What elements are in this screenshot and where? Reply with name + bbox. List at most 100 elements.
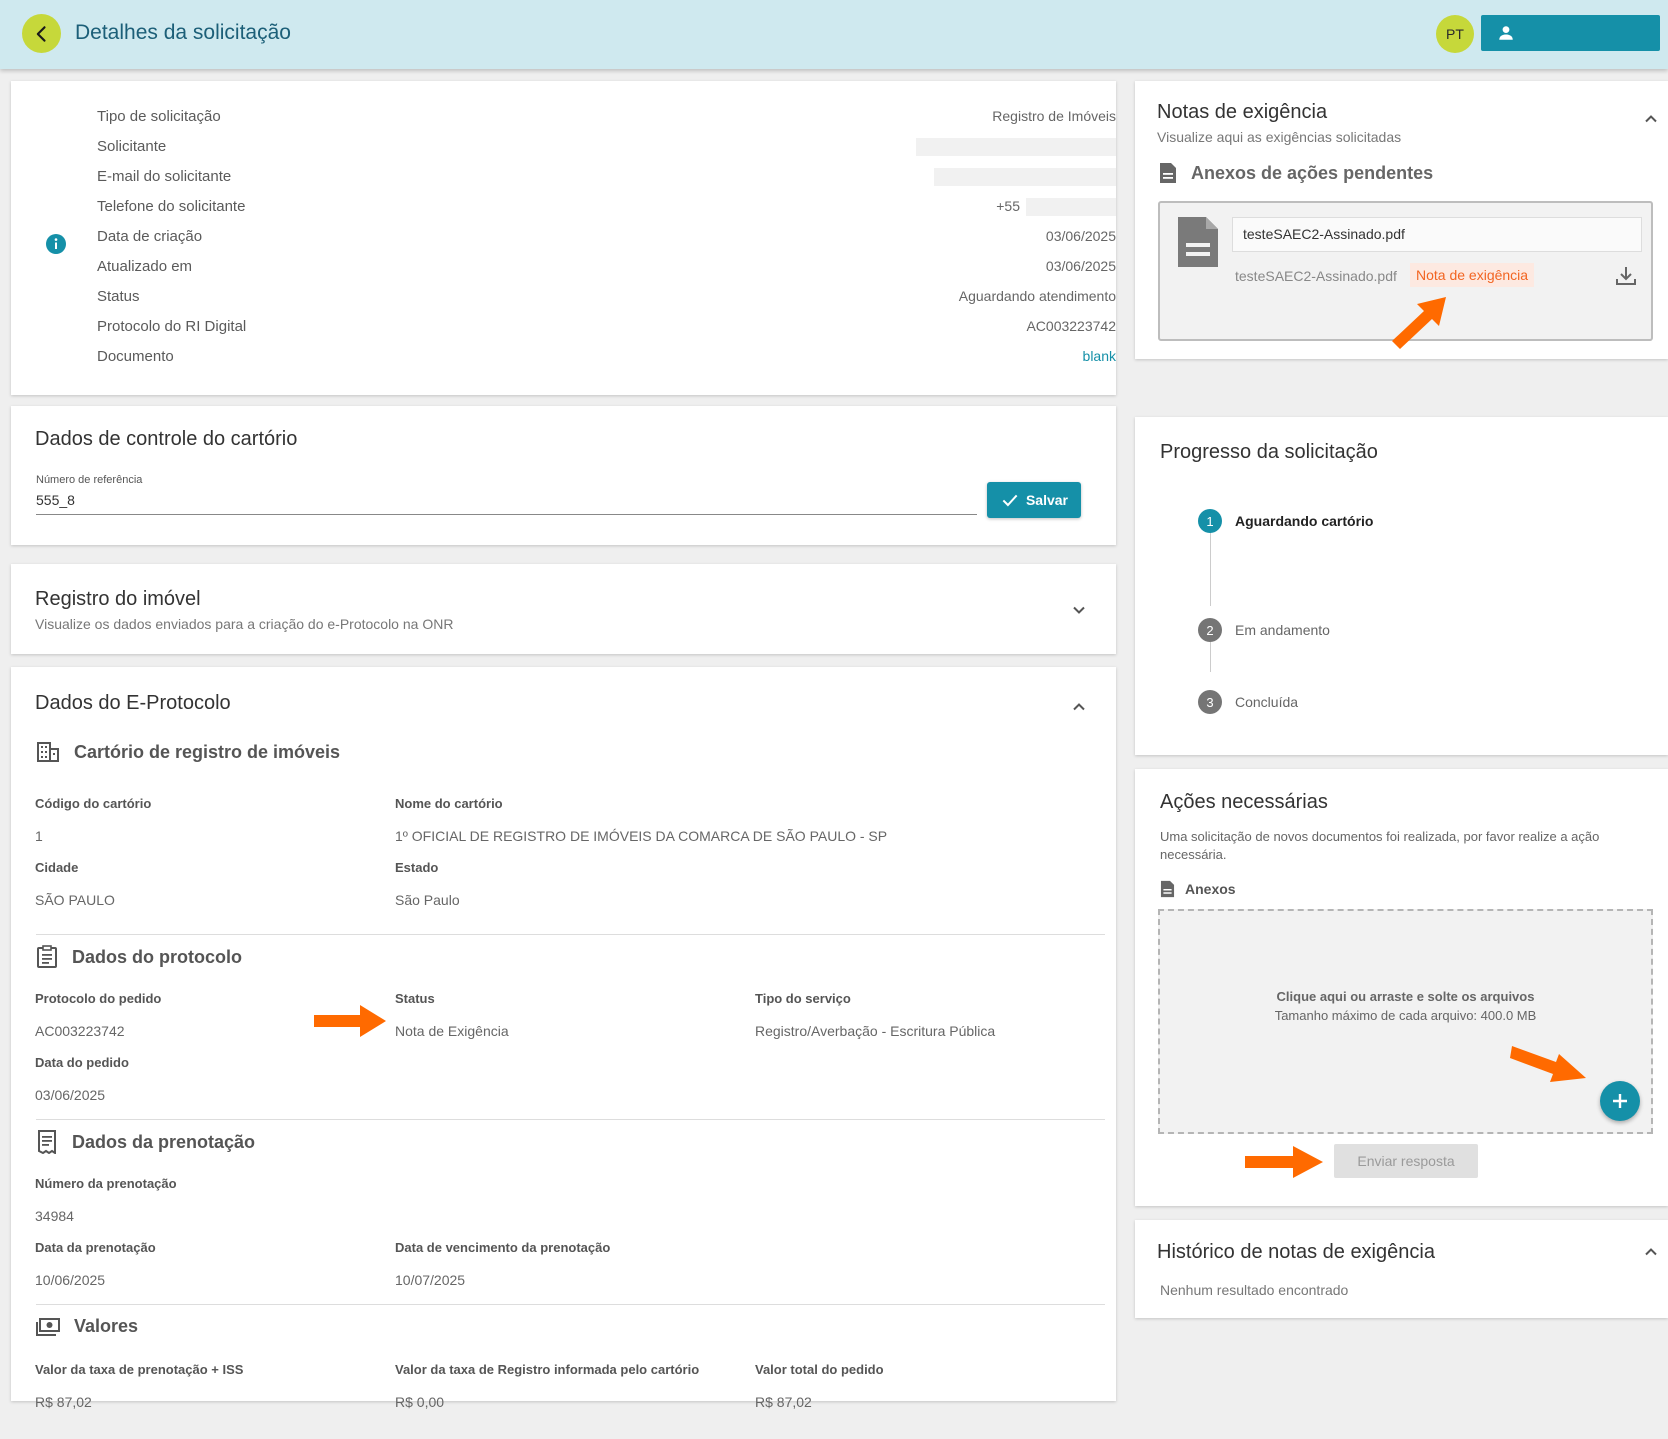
historico-title: Histórico de notas de exigência (1157, 1241, 1435, 1263)
document-icon (1160, 163, 1176, 183)
info-value: 03/06/2025 (1045, 228, 1116, 244)
acoes-description-line1: Uma solicitação de novos documentos foi … (1160, 829, 1600, 844)
save-button[interactable]: Salvar (987, 482, 1081, 518)
download-icon[interactable] (1615, 265, 1637, 287)
anexos-label: Anexos (1185, 881, 1236, 897)
info-row-solicitante: Solicitante (97, 138, 1116, 158)
control-card: Dados de controle do cartório Número de … (11, 406, 1116, 545)
vencimento-value: 10/07/2025 (395, 1272, 466, 1288)
pending-attachment-card: testeSAEC2-Assinado.pdf testeSAEC2-Assin… (1158, 201, 1653, 349)
chevron-up-icon[interactable] (1643, 1244, 1659, 1260)
info-label: Telefone do solicitante (97, 198, 246, 215)
valores-heading-text: Valores (74, 1316, 139, 1336)
section-divider (36, 1119, 1105, 1120)
info-row-criacao: Data de criação 03/06/2025 (97, 228, 1116, 248)
registro-taxa-value: R$ 0,00 (395, 1394, 445, 1410)
info-value: +55 (996, 198, 1020, 214)
plus-icon (1613, 1094, 1627, 1108)
nota-exigencia-tag: Nota de exigência (1410, 263, 1535, 287)
info-label: Documento (97, 348, 174, 365)
info-icon (46, 234, 66, 254)
step-label: Em andamento (1235, 622, 1330, 638)
info-value: Aguardando atendimento (958, 288, 1116, 304)
pedido-value: AC003223742 (35, 1023, 125, 1039)
arrow-back-icon (36, 25, 46, 42)
vencimento-label: Data de vencimento da prenotação (395, 1240, 611, 1255)
chevron-up-icon[interactable] (1643, 111, 1659, 127)
eprotocolo-title: Dados do E-Protocolo (35, 692, 231, 714)
numero-value: 34984 (35, 1208, 74, 1224)
acoes-description-line2: necessária. (1160, 847, 1227, 862)
nome-value: 1º OFICIAL DE REGISTRO DE IMÓVEIS DA COM… (395, 828, 888, 844)
reference-input[interactable]: 555_8 (36, 492, 75, 508)
step-number: 2 (1198, 618, 1222, 642)
info-row-documento: Documento blank (97, 348, 1116, 368)
redacted-value (1026, 198, 1116, 216)
language-badge[interactable]: PT (1436, 15, 1474, 53)
user-menu-button[interactable] (1481, 15, 1660, 51)
acoes-description: Uma solicitação de novos documentos foi … (1160, 828, 1640, 864)
info-row-tipo: Tipo de solicitação Registro de Imóveis (97, 108, 1116, 128)
cidade-label: Cidade (35, 860, 79, 875)
anexos-pendentes-text: Anexos de ações pendentes (1191, 162, 1434, 183)
dropzone-instruction: Clique aqui ou arraste e solte os arquiv… (1276, 989, 1535, 1004)
total-label: Valor total do pedido (755, 1362, 884, 1377)
step-label: Concluída (1235, 694, 1299, 710)
prenotacao-heading: Dados da prenotação (36, 1130, 255, 1154)
attachment-file-name[interactable]: testeSAEC2-Assinado.pdf (1235, 268, 1397, 284)
send-response-button[interactable]: Enviar resposta (1334, 1144, 1478, 1178)
info-label: Solicitante (97, 138, 167, 155)
step-label: Aguardando cartório (1235, 513, 1374, 529)
info-row-status: Status Aguardando atendimento (97, 288, 1116, 308)
info-label: E-mail do solicitante (97, 168, 232, 185)
top-app-bar: Detalhes da solicitação PT (0, 0, 1668, 69)
notas-title: Notas de exigência (1157, 101, 1328, 123)
step-number: 1 (1198, 509, 1222, 533)
check-icon (1002, 494, 1018, 507)
historico-empty: Nenhum resultado encontrado (1160, 1282, 1349, 1298)
document-icon (1160, 880, 1175, 898)
taxa-value: R$ 87,02 (35, 1394, 92, 1410)
registro-subtitle: Visualize os dados enviados para a criaç… (35, 616, 454, 632)
info-label: Atualizado em (97, 258, 193, 275)
file-dropzone[interactable]: Clique aqui ou arraste e solte os arquiv… (1158, 909, 1653, 1134)
progresso-card: Progresso da solicitação 1 Aguardando ca… (1135, 417, 1668, 755)
historico-card: Histórico de notas de exigência Nenhum r… (1135, 1220, 1668, 1318)
info-row-email: E-mail do solicitante (97, 168, 1116, 188)
data-prenotacao-value: 10/06/2025 (35, 1272, 106, 1288)
info-value: Registro de Imóveis (992, 108, 1116, 124)
info-value: AC003223742 (1026, 318, 1116, 334)
registro-card[interactable]: Registro do imóvel Visualize os dados en… (11, 564, 1116, 654)
step-connector (1210, 642, 1211, 672)
cidade-value: SÃO PAULO (35, 892, 115, 908)
servico-value: Registro/Averbação - Escritura Pública (755, 1023, 996, 1039)
chevron-up-icon[interactable] (1071, 699, 1087, 715)
info-label: Data de criação (97, 228, 203, 245)
data-pedido-label: Data do pedido (35, 1055, 129, 1070)
cartorio-heading: Cartório de registro de imóveis (36, 741, 340, 763)
document-link[interactable]: blank (1083, 348, 1116, 364)
input-underline (36, 514, 977, 515)
redacted-value (934, 168, 1116, 186)
add-file-button[interactable] (1600, 1081, 1640, 1121)
servico-label: Tipo do serviço (755, 991, 851, 1006)
dropzone-size-limit: Tamanho máximo de cada arquivo: 400.0 MB (1274, 1008, 1537, 1023)
chevron-down-icon[interactable] (1071, 602, 1087, 618)
info-label: Tipo de solicitação (97, 108, 221, 125)
file-icon (1178, 217, 1218, 267)
registro-title: Registro do imóvel (35, 588, 201, 610)
estado-value: São Paulo (395, 892, 460, 908)
annotation-arrow (314, 1005, 386, 1037)
back-button[interactable] (22, 14, 61, 53)
info-row-protocolo: Protocolo do RI Digital AC003223742 (97, 318, 1116, 338)
money-icon (36, 1317, 60, 1336)
attachment-name-input[interactable]: testeSAEC2-Assinado.pdf (1232, 217, 1642, 252)
info-row-atualizado: Atualizado em 03/06/2025 (97, 258, 1116, 278)
codigo-value: 1 (35, 828, 43, 844)
protocolo-heading-text: Dados do protocolo (72, 946, 242, 967)
anexos-label-row: Anexos (1160, 880, 1236, 898)
control-title: Dados de controle do cartório (35, 428, 298, 450)
progresso-title: Progresso da solicitação (1160, 441, 1378, 463)
clipboard-icon (37, 945, 57, 968)
receipt-icon (38, 1130, 56, 1154)
